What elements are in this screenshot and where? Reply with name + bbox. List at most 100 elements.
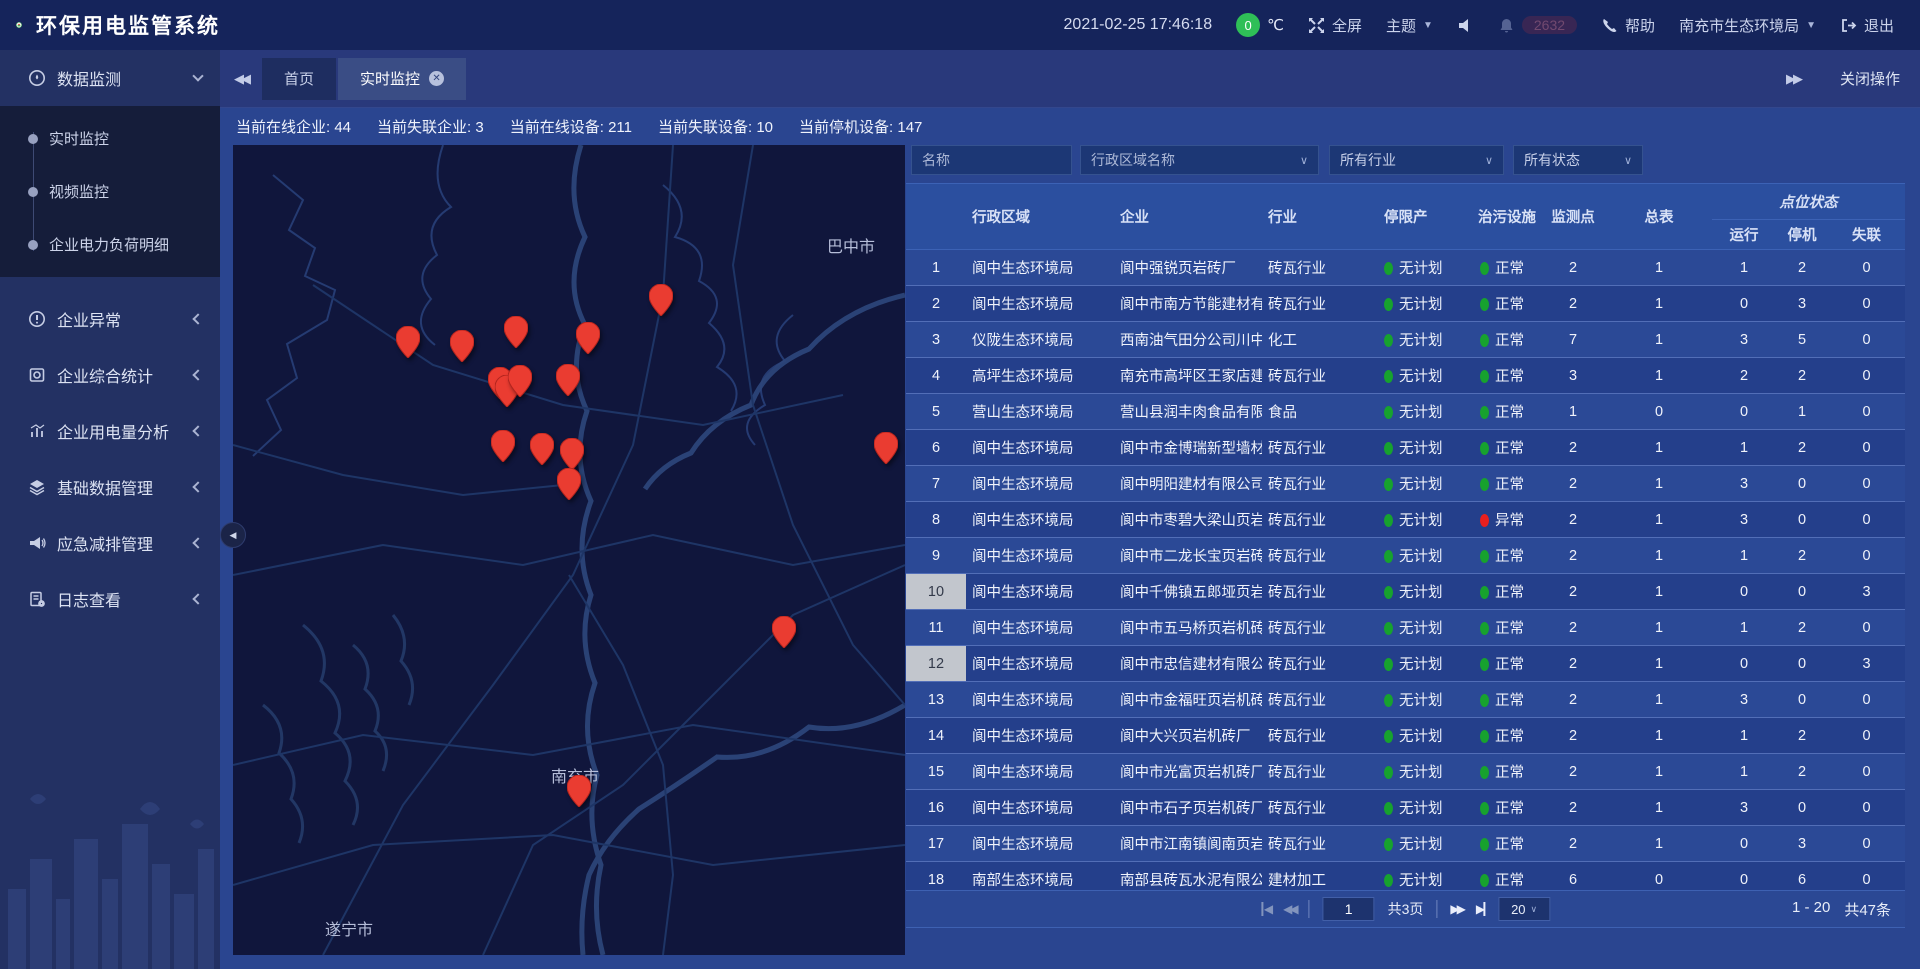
col-total-meter[interactable]: 总表: [1606, 184, 1712, 250]
sidebar-item-realtime-monitor[interactable]: 实时监控: [0, 112, 220, 165]
cell-monitor-points: 2: [1540, 682, 1606, 718]
tabs-scroll-right-icon[interactable]: ▶▶: [1772, 71, 1814, 87]
sidebar-group-log-view[interactable]: 日志查看: [0, 571, 220, 627]
row-index: 2: [906, 286, 966, 322]
cell-stop-limit: 无计划: [1378, 610, 1474, 646]
page-number-input[interactable]: 1: [1323, 897, 1375, 921]
mute-speaker-icon[interactable]: [1457, 17, 1474, 34]
cell-company: 阆中市枣碧大梁山页岩: [1114, 502, 1262, 538]
industry-select[interactable]: 所有行业 ∨: [1329, 145, 1504, 175]
col-running[interactable]: 运行: [1712, 220, 1776, 250]
app-root: 环保用电监管系统 2021-02-25 17:46:18 0 ℃ 全屏 主题 ▼: [0, 0, 1920, 969]
cell-monitor-points: 2: [1540, 286, 1606, 322]
theme-dropdown[interactable]: 主题 ▼: [1386, 15, 1433, 36]
tab-close-icon[interactable]: ✕: [429, 71, 444, 86]
region-select[interactable]: 行政区域名称 ∨: [1080, 145, 1319, 175]
sidebar-item-power-load-detail[interactable]: 企业电力负荷明细: [0, 218, 220, 271]
map-pin-icon[interactable]: [874, 432, 898, 464]
table-row[interactable]: 6阆中生态环境局阆中市金博瑞新型墙材砖瓦行业无计划正常21120: [906, 430, 1905, 466]
cell-disconnected: 0: [1828, 682, 1905, 718]
panel-collapse-toggle[interactable]: ◀: [220, 522, 246, 548]
enterprise-table: 行政区域 企业 行业 停限产 治污设施 监测点 总表 点位状态 运行 停机 失联: [906, 183, 1905, 897]
col-disconnected[interactable]: 失联: [1828, 220, 1905, 250]
table-row[interactable]: 8阆中生态环境局阆中市枣碧大梁山页岩砖瓦行业无计划异常21300: [906, 502, 1905, 538]
tab-realtime-monitor[interactable]: 实时监控 ✕: [338, 58, 466, 100]
map-pin-icon[interactable]: [491, 430, 515, 462]
table-row[interactable]: 4高坪生态环境局南充市高坪区王家店建砖瓦行业无计划正常31220: [906, 358, 1905, 394]
col-pollution-facility[interactable]: 治污设施: [1474, 184, 1540, 250]
table-row[interactable]: 13阆中生态环境局阆中市金福旺页岩机砖砖瓦行业无计划正常21300: [906, 682, 1905, 718]
table-row[interactable]: 9阆中生态环境局阆中市二龙长宝页岩砖砖瓦行业无计划正常21120: [906, 538, 1905, 574]
map-pin-icon[interactable]: [396, 326, 420, 358]
col-company[interactable]: 企业: [1114, 184, 1262, 250]
table-row[interactable]: 1阆中生态环境局阆中强锐页岩砖厂砖瓦行业无计划正常21120: [906, 250, 1905, 286]
map-pin-icon[interactable]: [576, 322, 600, 354]
table-row[interactable]: 12阆中生态环境局阆中市忠信建材有限公砖瓦行业无计划正常21003: [906, 646, 1905, 682]
col-stop-limit[interactable]: 停限产: [1378, 184, 1474, 250]
logout-button[interactable]: 退出: [1840, 15, 1894, 36]
map-pin-icon[interactable]: [649, 284, 673, 316]
sidebar-group-enterprise-abnormal[interactable]: 企业异常: [0, 291, 220, 347]
cell-stop-limit: 无计划: [1378, 466, 1474, 502]
table-row[interactable]: 14阆中生态环境局阆中大兴页岩机砖厂砖瓦行业无计划正常21120: [906, 718, 1905, 754]
col-industry[interactable]: 行业: [1262, 184, 1378, 250]
cell-region: 仪陇生态环境局: [966, 322, 1114, 358]
map-pin-icon[interactable]: [508, 365, 532, 397]
sidebar-item-video-monitor[interactable]: 视频监控: [0, 165, 220, 218]
chevron-down-icon: ▼: [1423, 20, 1433, 31]
map-pin-icon[interactable]: [560, 438, 584, 470]
help-button[interactable]: 帮助: [1601, 15, 1655, 36]
page-size-select[interactable]: 20 ∨: [1498, 897, 1550, 921]
col-region[interactable]: 行政区域: [966, 184, 1114, 250]
map-pin-icon[interactable]: [567, 775, 591, 807]
cell-company: 阆中市南方节能建材有: [1114, 286, 1262, 322]
sidebar-group-data-monitoring[interactable]: 数据监测: [0, 50, 220, 106]
chevron-left-icon: [192, 369, 203, 380]
map-pin-icon[interactable]: [450, 330, 474, 362]
table-row[interactable]: 10阆中生态环境局阆中千佛镇五郎垭页岩砖瓦行业无计划正常21003: [906, 574, 1905, 610]
cell-company: 阆中市忠信建材有限公: [1114, 646, 1262, 682]
cell-disconnected: 0: [1828, 826, 1905, 862]
user-dropdown[interactable]: 南充市生态环境局 ▼: [1679, 15, 1816, 36]
cell-monitor-points: 2: [1540, 718, 1606, 754]
map-panel[interactable]: 巴中市南充市遂宁市: [233, 145, 905, 955]
close-operations-button[interactable]: 关闭操作: [1840, 68, 1900, 89]
next-page-icon[interactable]: ▶▶: [1450, 902, 1462, 916]
table-row[interactable]: 15阆中生态环境局阆中市光富页岩机砖厂砖瓦行业无计划正常21120: [906, 754, 1905, 790]
name-search-input[interactable]: 名称: [911, 145, 1072, 175]
fullscreen-button[interactable]: 全屏: [1308, 15, 1362, 36]
row-index: 13: [906, 682, 966, 718]
map-pin-icon[interactable]: [557, 468, 581, 500]
table-row[interactable]: 2阆中生态环境局阆中市南方节能建材有砖瓦行业无计划正常21030: [906, 286, 1905, 322]
sidebar-group-electricity-analysis[interactable]: 企业用电量分析: [0, 403, 220, 459]
map-pin-icon[interactable]: [556, 364, 580, 396]
table-row[interactable]: 7阆中生态环境局阆中明阳建材有限公司砖瓦行业无计划正常21300: [906, 466, 1905, 502]
cell-total-meter: 1: [1606, 250, 1712, 286]
notifications[interactable]: 2632: [1498, 16, 1577, 34]
sidebar-group-basic-data[interactable]: 基础数据管理: [0, 459, 220, 515]
sidebar-group-enterprise-stats[interactable]: 企业综合统计: [0, 347, 220, 403]
cell-industry: 砖瓦行业: [1262, 646, 1378, 682]
table-row[interactable]: 3仪陇生态环境局西南油气田分公司川中化工无计划正常71350: [906, 322, 1905, 358]
logout-label: 退出: [1864, 15, 1894, 36]
last-page-icon[interactable]: ▶: [1476, 902, 1485, 916]
map-pin-icon[interactable]: [530, 433, 554, 465]
table-row[interactable]: 5营山生态环境局营山县润丰肉食品有限食品无计划正常10010: [906, 394, 1905, 430]
chevron-left-icon: [192, 481, 203, 492]
cell-company: 阆中市五马桥页岩机砖: [1114, 610, 1262, 646]
first-page-icon[interactable]: ◀: [1261, 902, 1270, 916]
col-stopped[interactable]: 停机: [1776, 220, 1828, 250]
status-select[interactable]: 所有状态 ∨: [1513, 145, 1643, 175]
map-pin-icon[interactable]: [772, 616, 796, 648]
table-row[interactable]: 16阆中生态环境局阆中市石子页岩机砖厂砖瓦行业无计划正常21300: [906, 790, 1905, 826]
city-label: 遂宁市: [325, 916, 373, 940]
table-row[interactable]: 11阆中生态环境局阆中市五马桥页岩机砖砖瓦行业无计划正常21120: [906, 610, 1905, 646]
table-row[interactable]: 17阆中生态环境局阆中市江南镇阆南页岩砖瓦行业无计划正常21030: [906, 826, 1905, 862]
chevron-left-icon: [192, 313, 203, 324]
col-monitor-points[interactable]: 监测点: [1540, 184, 1606, 250]
tab-home[interactable]: 首页: [262, 58, 336, 100]
sidebar-group-emergency-reduction[interactable]: 应急减排管理: [0, 515, 220, 571]
prev-page-icon[interactable]: ◀◀: [1283, 902, 1295, 916]
map-pin-icon[interactable]: [504, 316, 528, 348]
tabs-scroll-left-icon[interactable]: ◀◀: [220, 71, 262, 87]
